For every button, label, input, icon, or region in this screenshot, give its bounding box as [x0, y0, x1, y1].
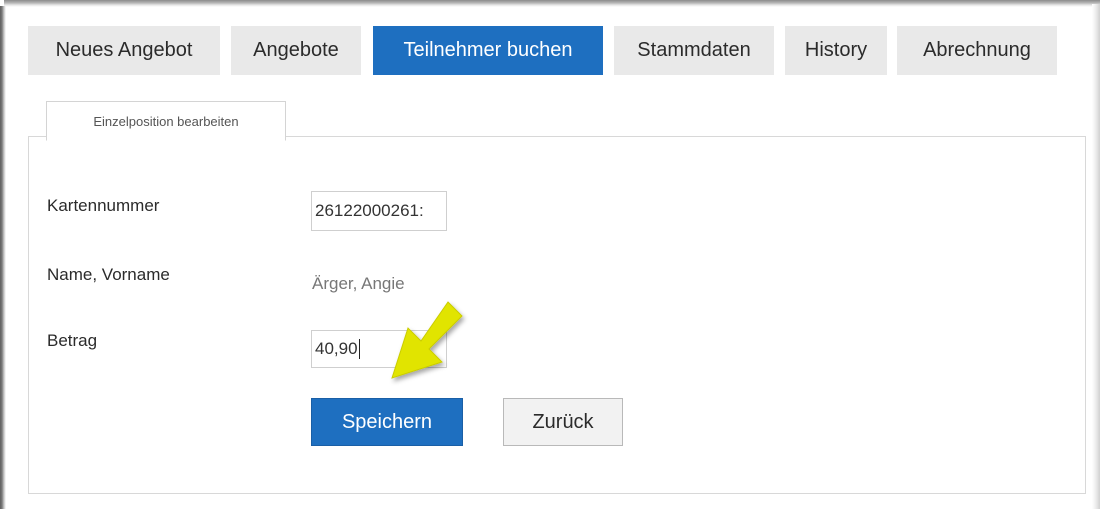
save-button[interactable]: Speichern [311, 398, 463, 446]
window-frame-right [1092, 4, 1100, 509]
tab-history[interactable]: History [785, 26, 887, 75]
card-number-input[interactable]: 26122000261: [311, 191, 447, 231]
amount-label: Betrag [47, 331, 98, 350]
window-frame-left [0, 6, 6, 509]
subtab-einzelposition-bearbeiten[interactable]: Einzelposition bearbeiten [46, 101, 286, 141]
card-number-label: Kartennummer [47, 196, 160, 215]
window-frame-top [4, 0, 1100, 7]
amount-value: 40,90 [315, 339, 358, 358]
app-window: Neues Angebot Angebote Teilnehmer buchen… [0, 0, 1100, 509]
text-cursor [358, 339, 360, 359]
tab-angebote[interactable]: Angebote [231, 26, 361, 75]
tab-stammdaten[interactable]: Stammdaten [614, 26, 774, 75]
tab-abrechnung[interactable]: Abrechnung [897, 26, 1057, 75]
back-button[interactable]: Zurück [503, 398, 623, 446]
name-label: Name, Vorname [47, 265, 170, 284]
tab-neues-angebot[interactable]: Neues Angebot [28, 26, 220, 75]
name-value: Ärger, Angie [312, 274, 405, 293]
tab-teilnehmer-buchen[interactable]: Teilnehmer buchen [373, 26, 603, 75]
card-number-value: 26122000261: [315, 201, 424, 220]
pointer-arrow-icon [391, 301, 463, 379]
